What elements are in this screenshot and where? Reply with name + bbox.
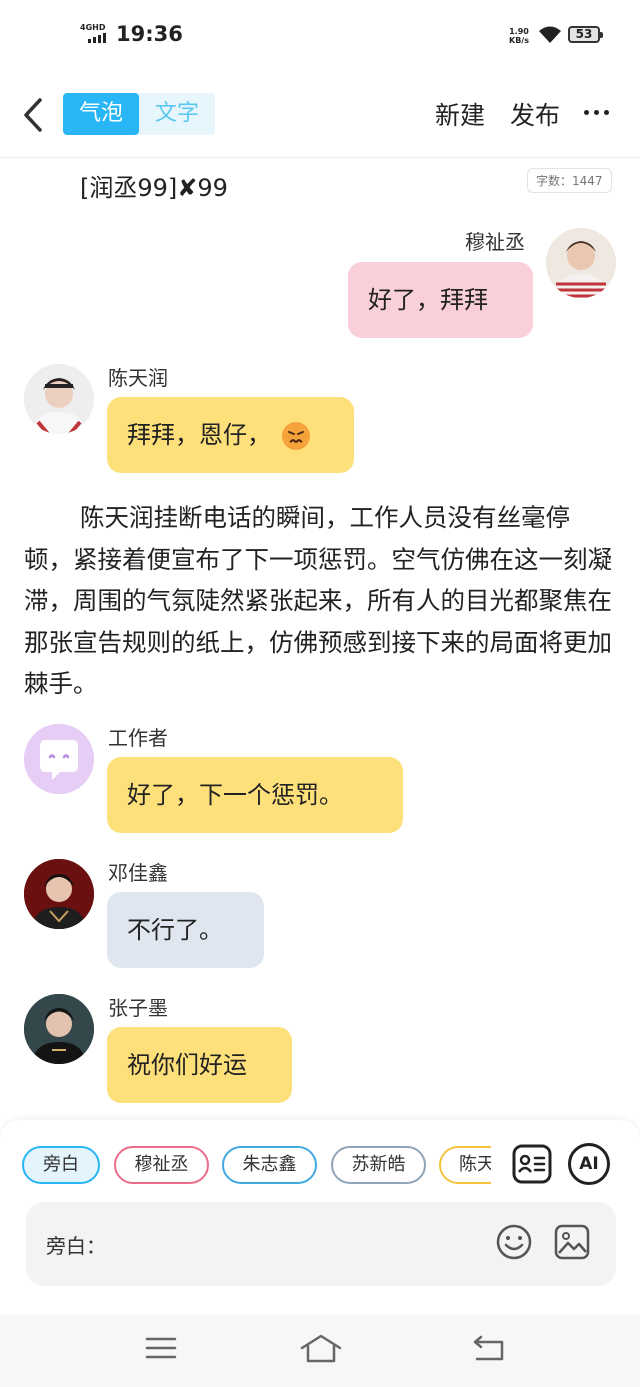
network-speed: 1.90 KB/s	[509, 27, 529, 45]
avatar[interactable]	[24, 994, 94, 1064]
top-app-bar: 气泡 文字 新建 发布	[0, 80, 640, 150]
speed-value: 1.90	[509, 27, 529, 36]
image-icon[interactable]	[553, 1223, 591, 1261]
clock: 19:36	[116, 22, 183, 46]
emoji-icon[interactable]	[495, 1223, 533, 1261]
composer-panel: 旁白 穆祉丞 朱志鑫 苏新皓 陈天 AI 旁白：	[0, 1120, 640, 1315]
new-button[interactable]: 新建	[435, 96, 485, 132]
chapter-title[interactable]: [润丞99]✘99	[80, 168, 228, 203]
publish-button[interactable]: 发布	[510, 96, 560, 132]
chat-bubble[interactable]: 祝你们好运	[107, 1027, 292, 1103]
chat-bubble[interactable]: 不行了。	[107, 892, 264, 968]
ai-assist-button[interactable]: AI	[568, 1143, 610, 1185]
back-nav-icon[interactable]	[471, 1333, 505, 1363]
role-chip[interactable]: 穆祉丞	[114, 1146, 209, 1184]
home-icon[interactable]	[299, 1333, 343, 1365]
mode-toggle: 气泡 文字	[63, 93, 215, 135]
signal-icon	[88, 33, 106, 43]
word-count-badge: 字数：1447	[527, 168, 612, 193]
chat-bubble[interactable]: 好了，拜拜	[348, 262, 533, 338]
message-text: 拜拜，恩仔，	[127, 421, 271, 449]
speaker-name: 张子墨	[108, 996, 168, 1020]
input-role-label: 旁白：	[46, 1234, 106, 1258]
speaker-name: 陈天润	[108, 366, 168, 390]
composer-input-box: 旁白：	[26, 1202, 616, 1286]
chat-bubble[interactable]: 拜拜，恩仔，	[107, 397, 354, 473]
tab-text[interactable]: 文字	[139, 93, 215, 135]
character-card-icon[interactable]	[511, 1143, 553, 1185]
menu-icon[interactable]	[145, 1333, 177, 1363]
message-input[interactable]	[110, 1220, 484, 1270]
more-options-icon[interactable]	[584, 110, 609, 115]
wifi-icon	[539, 26, 561, 43]
network-type: 4GHD	[80, 23, 106, 32]
back-icon[interactable]	[20, 96, 46, 134]
chat-bubble[interactable]: 好了，下一个惩罚。	[107, 757, 403, 833]
role-chip-narrator[interactable]: 旁白	[22, 1146, 100, 1184]
avatar[interactable]	[24, 859, 94, 929]
narration-paragraph[interactable]: 陈天润挂断电话的瞬间，工作人员没有丝毫停顿，紧接着便宣布了下一项惩罚。空气仿佛在…	[24, 497, 616, 705]
role-chip[interactable]: 陈天	[439, 1146, 491, 1184]
avatar[interactable]	[24, 724, 94, 794]
status-bar: 4GHD 19:36 1.90 KB/s 53	[0, 0, 640, 70]
system-nav-bar	[0, 1315, 640, 1387]
speaker-name: 穆祉丞	[465, 230, 525, 254]
speed-unit: KB/s	[509, 36, 529, 45]
avatar[interactable]	[24, 364, 94, 434]
angry-emoji-icon	[281, 422, 310, 450]
role-chip[interactable]: 朱志鑫	[222, 1146, 317, 1184]
speaker-name: 邓佳鑫	[108, 861, 168, 885]
header-divider	[0, 157, 640, 158]
speaker-name: 工作者	[108, 726, 168, 750]
battery-indicator: 53	[568, 26, 603, 43]
tab-bubble[interactable]: 气泡	[63, 93, 139, 135]
role-chip[interactable]: 苏新皓	[331, 1146, 426, 1184]
avatar[interactable]	[546, 228, 616, 298]
